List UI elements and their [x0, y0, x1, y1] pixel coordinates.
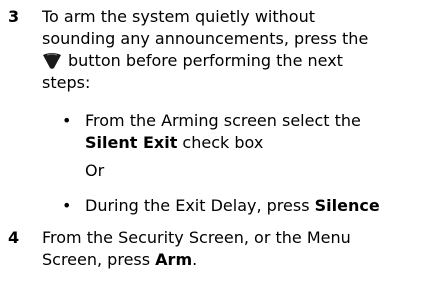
silent-exit-label: Silent Exit: [85, 133, 178, 152]
step-3-line-3-text: button before performing the next: [68, 51, 343, 70]
bullet-item-silent-exit: • From the Arming screen select the Sile…: [0, 110, 436, 154]
step-3-line-2: sounding any announcements, press the: [42, 29, 369, 48]
step-4-text: From the Security Screen, or the Menu Sc…: [42, 227, 432, 271]
bullet-1-line-1: From the Arming screen select the: [85, 111, 361, 130]
bullet-symbol: •: [62, 111, 72, 130]
silence-label: Silence: [314, 196, 380, 215]
step-4-line-2-pre: Screen, press: [42, 250, 156, 269]
step-3-line-1: To arm the system quietly without: [42, 7, 315, 26]
step-4-line-2-post: .: [192, 250, 198, 269]
bullet-item-silence: • During the Exit Delay, press Silence: [0, 195, 436, 217]
step-4: 4 From the Security Screen, or the Menu …: [0, 227, 436, 271]
bullet-1-line-2: Silent Exit check box: [85, 132, 263, 154]
bullet-2-text: During the Exit Delay, press: [85, 196, 315, 215]
or-separator: Or: [85, 161, 105, 180]
step-3-line-4: steps:: [42, 73, 91, 92]
step-3-number: 3: [8, 7, 20, 26]
step-3: 3 To arm the system quietly without soun…: [0, 6, 436, 94]
bullet-symbol: •: [62, 196, 72, 215]
step-4-line-2: Screen, press Arm.: [42, 249, 432, 271]
step-4-line-1: From the Security Screen, or the Menu: [42, 228, 351, 247]
bullet-2-line: During the Exit Delay, press Silence: [85, 195, 380, 217]
step-3-line-3: button before performing the next: [42, 50, 432, 72]
bullet-1-line-2-rest: check box: [177, 133, 264, 152]
speaker-mute-icon: [42, 51, 62, 69]
step-3-text: To arm the system quietly without soundi…: [42, 6, 432, 94]
step-4-number: 4: [8, 228, 20, 247]
arm-label: Arm: [155, 250, 193, 269]
